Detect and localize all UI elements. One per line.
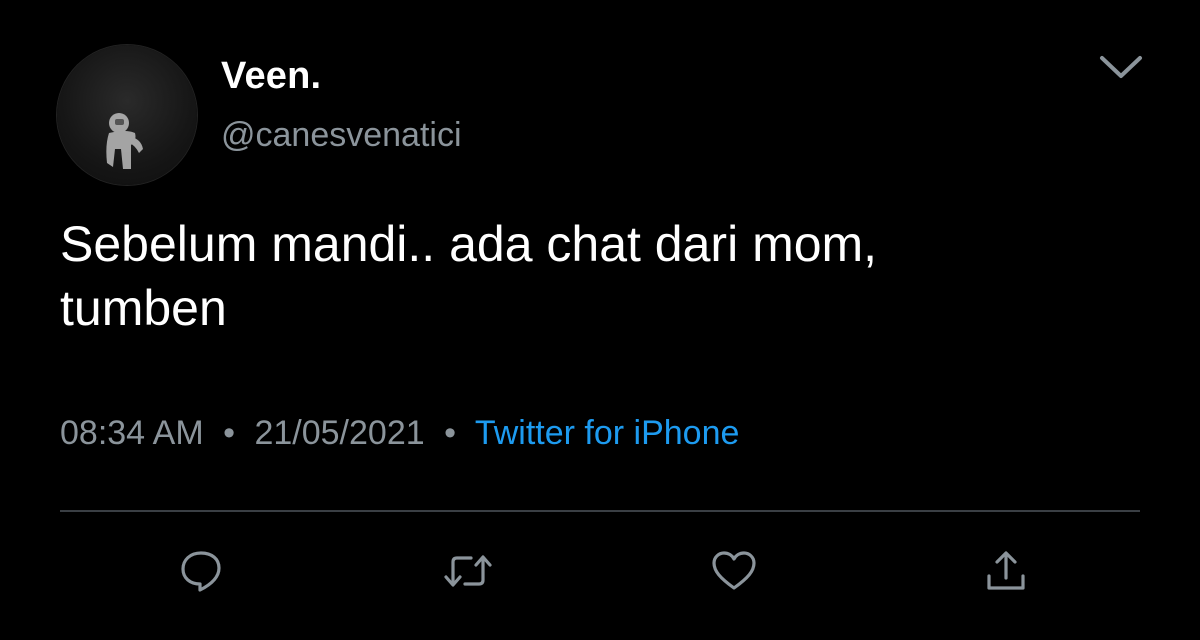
chevron-down-icon[interactable] <box>1096 50 1146 86</box>
share-icon <box>987 551 1025 590</box>
astronaut-icon <box>106 113 143 169</box>
user-handle[interactable]: @canesvenatici <box>221 116 462 155</box>
share-button[interactable] <box>983 548 1029 594</box>
display-name[interactable]: Veen. <box>221 55 321 98</box>
tweet-text-line: Sebelum mandi.. ada chat dari mom, <box>60 216 878 272</box>
tweet-text: Sebelum mandi.. ada chat dari mom, tumbe… <box>60 212 1140 340</box>
like-button[interactable] <box>710 548 756 594</box>
tweet-date: 21/05/2021 <box>254 414 425 452</box>
tweet-source-link[interactable]: Twitter for iPhone <box>475 414 740 452</box>
avatar[interactable] <box>57 45 197 185</box>
tweet-meta: 08:34 AM • 21/05/2021 • Twitter for iPho… <box>60 414 739 453</box>
reply-button[interactable] <box>178 548 224 594</box>
tweet-text-line: tumben <box>60 280 227 336</box>
retweet-icon <box>444 555 492 587</box>
retweet-button[interactable] <box>443 548 492 594</box>
meta-separator: • <box>444 414 456 452</box>
heart-icon <box>712 551 756 590</box>
tweet-time: 08:34 AM <box>60 414 204 452</box>
divider <box>60 510 1140 512</box>
meta-separator: • <box>223 414 236 452</box>
reply-icon <box>181 551 221 592</box>
